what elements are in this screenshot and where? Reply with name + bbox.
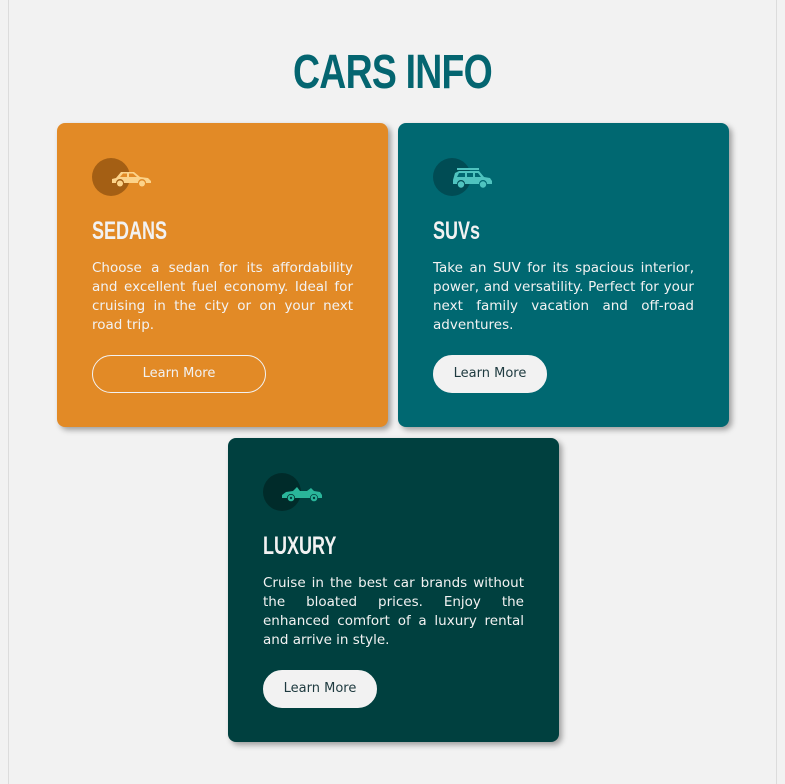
luxury-car-icon [282,487,322,502]
learn-more-button-sedans[interactable]: Learn More [92,355,266,393]
suv-car-icon [453,168,492,188]
learn-more-button-suvs[interactable]: Learn More [433,355,547,393]
card-description: Take an SUV for its spacious interior, p… [433,260,694,333]
card-title: SEDANS [92,217,168,245]
card-description: Choose a sedan for its affordability and… [92,260,353,333]
card-description: Cruise in the best car brands without th… [263,575,524,648]
suv-icon-wrapper [433,158,495,196]
card-suvs: SUVs Take an SUV for its spacious interi… [398,123,729,427]
right-frame-line [776,0,777,784]
card-title: LUXURY [263,532,337,560]
learn-more-button-luxury[interactable]: Learn More [263,670,377,708]
luxury-icon-wrapper [263,473,325,511]
sedan-car-icon [112,172,151,187]
page-title: CARS INFO [293,46,493,99]
left-frame-line [8,0,9,784]
card-title: SUVs [433,217,481,245]
card-sedans: SEDANS Choose a sedan for its affordabil… [57,123,388,427]
card-luxury: LUXURY Cruise in the best car brands wit… [228,438,559,742]
sedan-icon-wrapper [92,158,154,196]
